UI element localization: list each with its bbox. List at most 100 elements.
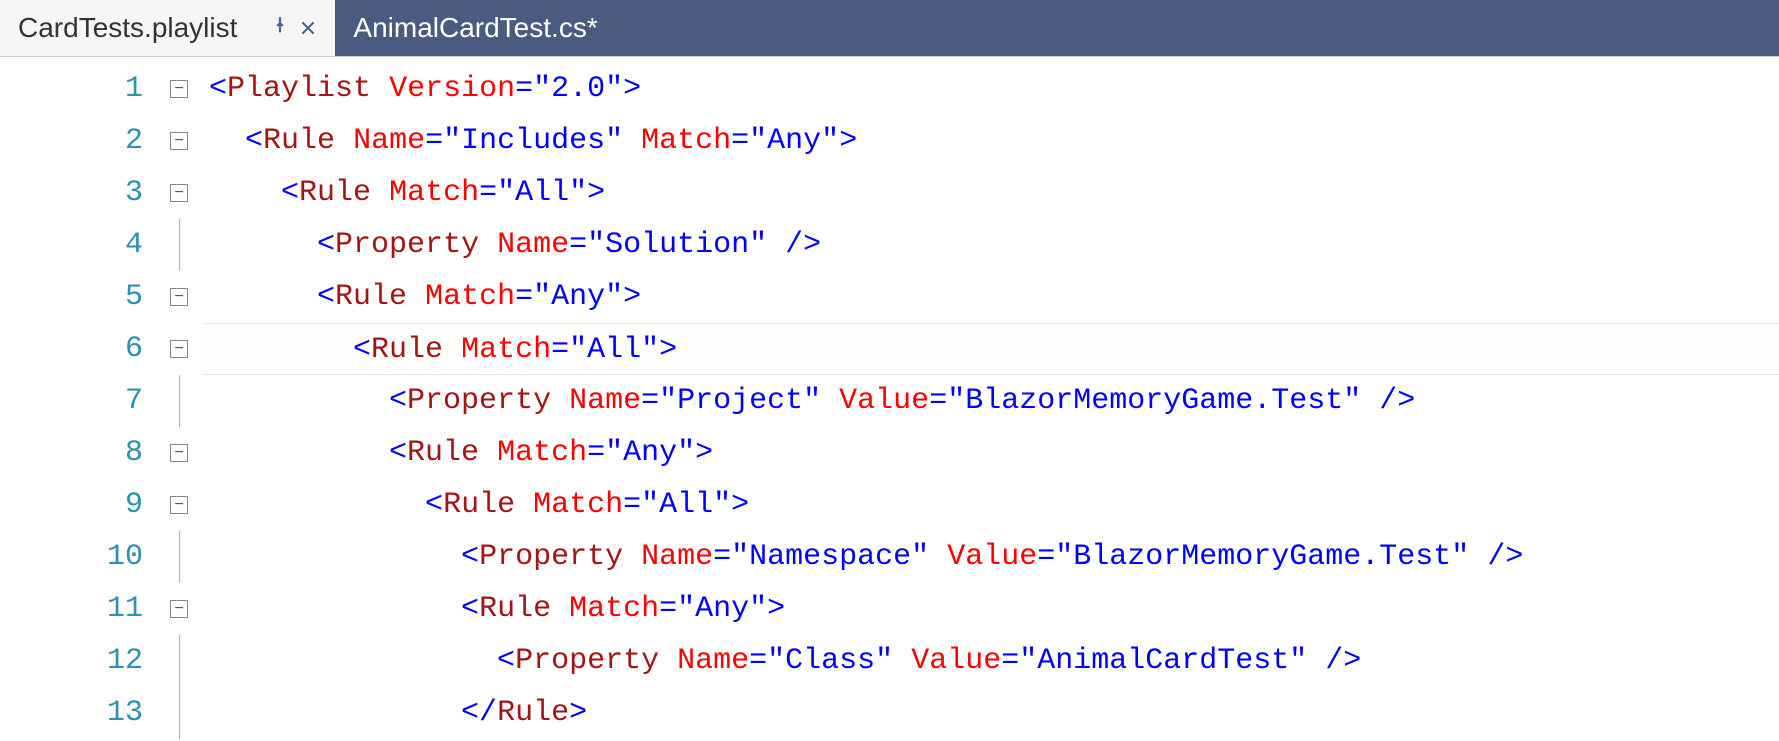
tab-inactive[interactable]: AnimalCardTest.cs* xyxy=(335,0,615,56)
token-bracket: > xyxy=(695,436,713,470)
token-bracket: < xyxy=(245,124,263,158)
token-eq: = xyxy=(731,124,749,158)
token-string: "All" xyxy=(497,176,587,210)
token-bracket: /> xyxy=(1379,384,1415,418)
token-attr: Value xyxy=(839,384,929,418)
token-string: "Solution" xyxy=(587,228,767,262)
code-line[interactable]: <Property Name="Class" Value="AnimalCard… xyxy=(203,635,1779,687)
line-number: 4 xyxy=(0,219,143,271)
token-element: Rule xyxy=(497,696,569,730)
token-bracket: < xyxy=(425,488,443,522)
code-area[interactable]: <Playlist Version="2.0"> <Rule Name="Inc… xyxy=(203,57,1779,741)
token-bracket: > xyxy=(587,176,605,210)
code-line[interactable]: </Rule> xyxy=(203,687,1779,739)
token-plain xyxy=(1361,384,1379,418)
line-number: 2 xyxy=(0,115,143,167)
fold-guide-line xyxy=(179,687,180,739)
line-number: 6 xyxy=(0,323,143,375)
code-line[interactable]: <Rule Match="All"> xyxy=(203,323,1779,375)
token-attr: Name xyxy=(641,540,713,574)
token-bracket: < xyxy=(389,384,407,418)
token-plain xyxy=(335,124,353,158)
token-attr: Match xyxy=(425,280,515,314)
token-bracket: /> xyxy=(1487,540,1523,574)
token-bracket: > xyxy=(731,488,749,522)
token-eq: = xyxy=(569,228,587,262)
token-bracket: < xyxy=(317,228,335,262)
code-line[interactable]: <Property Name="Solution" /> xyxy=(203,219,1779,271)
token-eq: = xyxy=(587,436,605,470)
code-line[interactable]: <Playlist Version="2.0"> xyxy=(203,63,1779,115)
code-editor[interactable]: 12345678910111213 −−−−−−−− <Playlist Ver… xyxy=(0,56,1779,741)
fold-toggle-icon[interactable]: − xyxy=(170,496,188,514)
fold-toggle-icon[interactable]: − xyxy=(170,288,188,306)
token-bracket: < xyxy=(317,280,335,314)
token-plain xyxy=(515,488,533,522)
token-plain xyxy=(623,124,641,158)
token-string: "All" xyxy=(641,488,731,522)
fold-guide-line xyxy=(179,635,180,687)
code-line[interactable]: <Rule Match="Any"> xyxy=(203,427,1779,479)
fold-toggle-icon[interactable]: − xyxy=(170,340,188,358)
code-line[interactable]: <Rule Name="Includes" Match="Any"> xyxy=(203,115,1779,167)
token-element: Rule xyxy=(371,333,443,367)
token-element: Rule xyxy=(443,488,515,522)
token-bracket: < xyxy=(209,72,227,106)
token-eq: = xyxy=(623,488,641,522)
fold-toggle-icon[interactable]: − xyxy=(170,132,188,150)
fold-toggle-icon[interactable]: − xyxy=(170,444,188,462)
code-line[interactable]: <Rule Match="All"> xyxy=(203,479,1779,531)
token-string: "BlazorMemoryGame.Test" xyxy=(1055,540,1469,574)
code-line[interactable]: <Property Name="Namespace" Value="Blazor… xyxy=(203,531,1779,583)
token-plain xyxy=(371,176,389,210)
token-eq: = xyxy=(1001,644,1019,678)
token-string: "2.0" xyxy=(533,72,623,106)
token-eq: = xyxy=(659,592,677,626)
tab-active-label: CardTests.playlist xyxy=(18,12,237,44)
token-element: Rule xyxy=(407,436,479,470)
token-bracket: < xyxy=(353,333,371,367)
code-line[interactable]: <Rule Match="All"> xyxy=(203,167,1779,219)
token-attr: Match xyxy=(641,124,731,158)
line-number: 5 xyxy=(0,271,143,323)
token-attr: Match xyxy=(533,488,623,522)
code-line[interactable]: <Property Name="Project" Value="BlazorMe… xyxy=(203,375,1779,427)
token-bracket: > xyxy=(623,72,641,106)
token-plain xyxy=(551,384,569,418)
fold-toggle-icon[interactable]: − xyxy=(170,184,188,202)
token-bracket: < xyxy=(461,592,479,626)
fold-toggle-icon[interactable]: − xyxy=(170,600,188,618)
tab-active[interactable]: CardTests.playlist xyxy=(0,0,335,56)
fold-toggle-icon[interactable]: − xyxy=(170,80,188,98)
line-number: 13 xyxy=(0,687,143,739)
token-string: "Project" xyxy=(659,384,821,418)
token-eq: = xyxy=(479,176,497,210)
fold-guide-line xyxy=(179,219,180,271)
close-icon[interactable] xyxy=(299,19,317,37)
token-attr: Name xyxy=(497,228,569,262)
token-eq: = xyxy=(515,72,533,106)
fold-guide-line xyxy=(179,375,180,427)
line-number: 9 xyxy=(0,479,143,531)
token-plain xyxy=(623,540,641,574)
token-string: "Namespace" xyxy=(731,540,929,574)
line-number: 8 xyxy=(0,427,143,479)
token-string: "Any" xyxy=(533,280,623,314)
token-plain xyxy=(659,644,677,678)
token-plain xyxy=(929,540,947,574)
code-line[interactable]: <Rule Match="Any"> xyxy=(203,583,1779,635)
token-bracket: < xyxy=(497,644,515,678)
pin-icon[interactable] xyxy=(271,16,289,40)
fold-gutter: − − − − − − − − xyxy=(155,57,203,741)
token-eq: = xyxy=(641,384,659,418)
token-plain xyxy=(1469,540,1487,574)
token-plain xyxy=(893,644,911,678)
token-eq: = xyxy=(425,124,443,158)
token-element: Rule xyxy=(479,592,551,626)
tab-bar: CardTests.playlist AnimalCardTest.cs* xyxy=(0,0,1779,56)
token-element: Playlist xyxy=(227,72,371,106)
token-plain xyxy=(479,436,497,470)
code-line[interactable]: <Rule Match="Any"> xyxy=(203,271,1779,323)
token-string: "Includes" xyxy=(443,124,623,158)
token-attr: Name xyxy=(353,124,425,158)
